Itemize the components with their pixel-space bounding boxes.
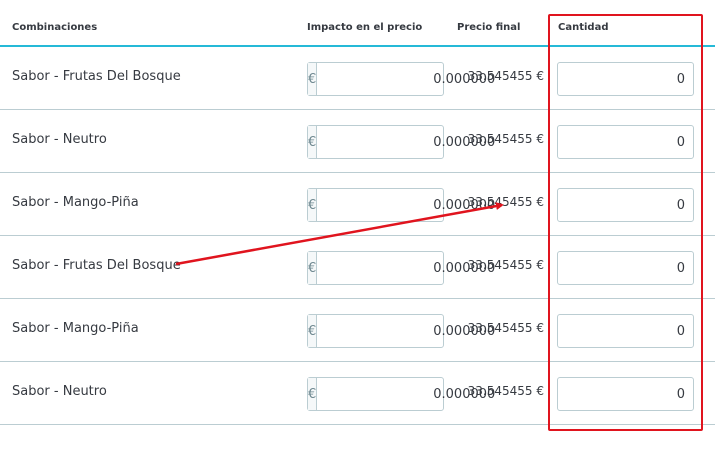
final-price: 33.545455 € <box>467 384 544 398</box>
combination-name: Sabor - Neutro <box>12 384 107 399</box>
quantity-input[interactable] <box>557 125 694 159</box>
price-impact-group: € <box>307 251 504 285</box>
table-header: Combinaciones Impacto en el precio Preci… <box>0 0 715 47</box>
quantity-input[interactable] <box>557 188 694 222</box>
price-impact-group: € <box>307 314 504 348</box>
quantity-input[interactable] <box>557 62 694 96</box>
currency-addon: € <box>308 189 318 221</box>
table-row: Sabor - Neutro € 33.545455 € <box>0 110 715 173</box>
final-price: 33.545455 € <box>467 258 544 272</box>
currency-addon: € <box>308 252 318 284</box>
combination-name: Sabor - Neutro <box>12 132 107 147</box>
final-price: 33.545455 € <box>467 195 544 209</box>
price-impact-group: € <box>307 62 504 96</box>
final-price: 33.545455 € <box>467 321 544 335</box>
final-price: 33.545455 € <box>467 69 544 83</box>
table-row: Sabor - Frutas Del Bosque € 33.545455 € <box>0 47 715 110</box>
currency-addon: € <box>308 126 318 158</box>
price-impact-group: € <box>307 125 504 159</box>
table-row: Sabor - Mango-Piña € 33.545455 € <box>0 299 715 362</box>
table-row: Sabor - Mango-Piña € 33.545455 € <box>0 173 715 236</box>
combination-name: Sabor - Frutas Del Bosque <box>12 258 181 273</box>
currency-addon: € <box>308 63 318 95</box>
combination-name: Sabor - Mango-Piña <box>12 195 139 210</box>
price-impact-group: € <box>307 377 504 411</box>
table-row: Sabor - Neutro € 33.545455 € <box>0 362 715 425</box>
price-impact-group: € <box>307 188 504 222</box>
table-row: Sabor - Frutas Del Bosque € 33.545455 € <box>0 236 715 299</box>
combination-name: Sabor - Frutas Del Bosque <box>12 69 181 84</box>
final-price: 33.545455 € <box>467 132 544 146</box>
quantity-input[interactable] <box>557 377 694 411</box>
currency-addon: € <box>308 315 318 347</box>
currency-addon: € <box>308 378 318 410</box>
quantity-input[interactable] <box>557 314 694 348</box>
combination-name: Sabor - Mango-Piña <box>12 321 139 336</box>
header-price-impact: Impacto en el precio <box>307 22 423 33</box>
header-combinations: Combinaciones <box>12 22 98 33</box>
header-final-price: Precio final <box>457 22 521 33</box>
header-quantity: Cantidad <box>558 22 609 33</box>
quantity-input[interactable] <box>557 251 694 285</box>
